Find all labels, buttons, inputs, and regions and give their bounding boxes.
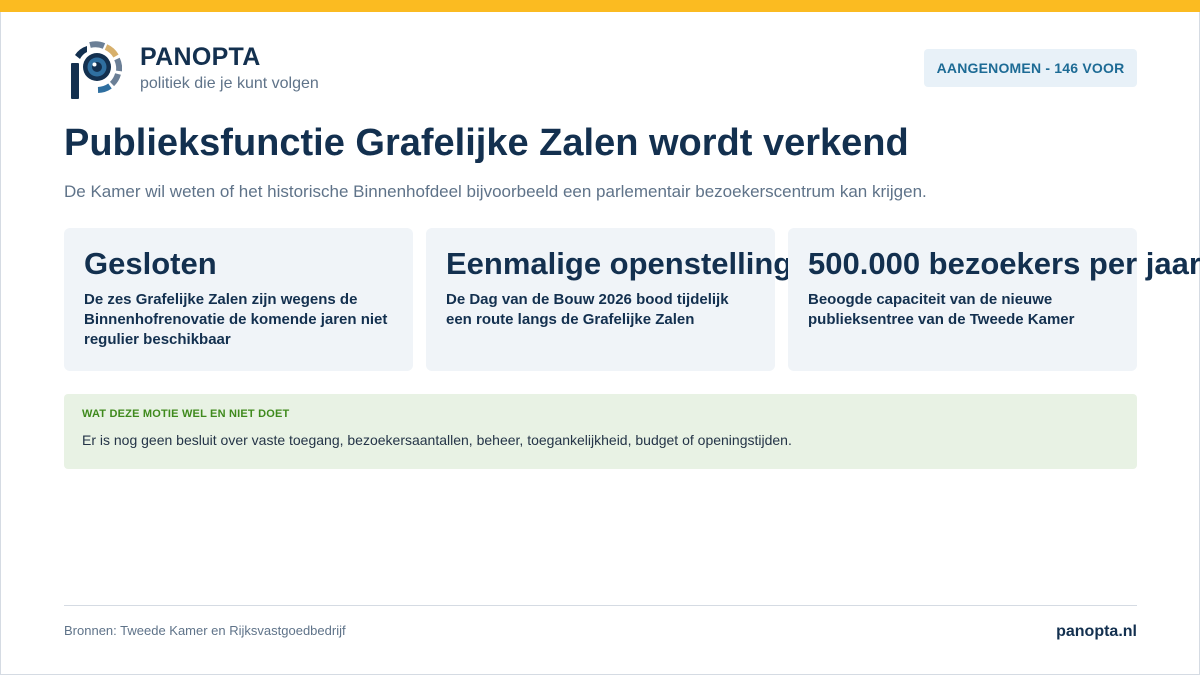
fact-card-visitor-capacity: 500.000 bezoekers per jaar Beoogde capac…: [788, 228, 1200, 371]
panopta-logo-icon: [71, 41, 122, 99]
fact-card-closed: Gesloten De zes Grafelijke Zalen zijn we…: [64, 228, 413, 371]
fact-card-text: De Dag van de Bouw 2026 bood tijdelijk e…: [446, 291, 729, 328]
note-text: Er is nog geen besluit over vaste toegan…: [82, 432, 792, 448]
fact-card-one-time-opening: Eenmalige openstelling De Dag van de Bou…: [426, 228, 793, 371]
fact-card-title: Eenmalige openstelling: [446, 246, 793, 281]
footer-site-link[interactable]: panopta.nl: [1056, 623, 1137, 641]
footer-divider: [64, 605, 1137, 606]
fact-card-title: 500.000 bezoekers per jaar: [808, 246, 1200, 281]
fact-card-text: De zes Grafelijke Zalen zijn wegens de B…: [84, 291, 388, 348]
fact-card-text: Beoogde capaciteit van de nieuwe publiek…: [808, 291, 1075, 328]
footer-sources: Bronnen: Tweede Kamer en Rijksvastgoedbe…: [64, 623, 346, 638]
brand-name: PANOPTA: [140, 43, 261, 71]
vote-status-badge: AANGENOMEN - 146 VOOR: [924, 49, 1137, 87]
fact-card-title: Gesloten: [84, 246, 217, 281]
motion-scope-note: WAT DEZE MOTIE WEL EN NIET DOET Er is no…: [64, 394, 1137, 469]
brand-tagline: politiek die je kunt volgen: [140, 75, 319, 92]
page-subtitle: De Kamer wil weten of het historische Bi…: [64, 182, 927, 201]
note-heading: WAT DEZE MOTIE WEL EN NIET DOET: [82, 408, 290, 420]
accent-top-bar: [0, 0, 1200, 12]
page-title: Publieksfunctie Grafelijke Zalen wordt v…: [64, 122, 909, 164]
